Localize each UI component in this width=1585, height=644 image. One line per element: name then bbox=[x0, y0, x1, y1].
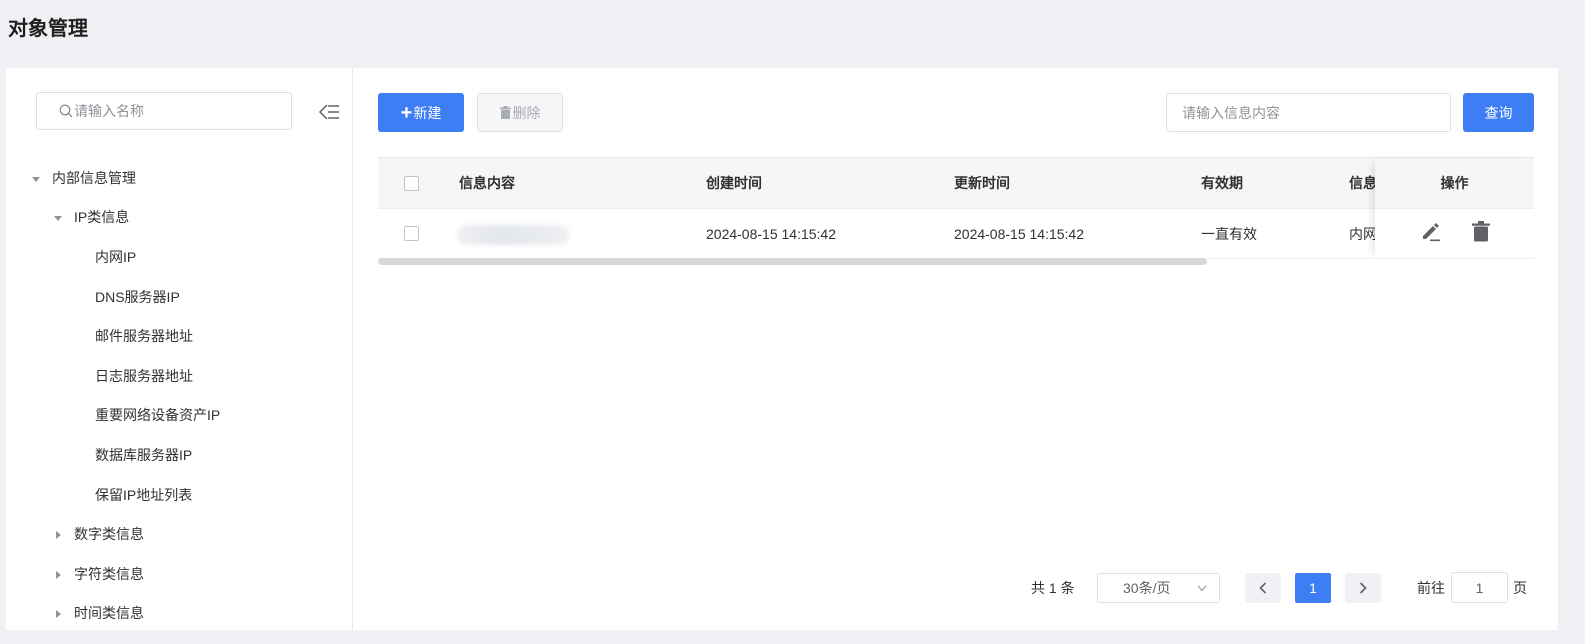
edit-icon[interactable] bbox=[1420, 220, 1442, 247]
tree-node-number-info[interactable]: 数字类信息 bbox=[6, 514, 352, 554]
chevron-down-icon bbox=[1197, 585, 1207, 592]
goto-label: 前往 bbox=[1417, 580, 1445, 596]
page-title: 对象管理 bbox=[8, 18, 88, 40]
search-icon bbox=[59, 104, 73, 118]
tree-node-database-ip[interactable]: 数据库服务器IP bbox=[6, 435, 352, 475]
col-updated[interactable]: 更新时间 bbox=[954, 158, 1010, 208]
tree-node-string-info[interactable]: 字符类信息 bbox=[6, 554, 352, 594]
cell-type: 内网 bbox=[1349, 225, 1375, 242]
tree-node-label: 数字类信息 bbox=[74, 526, 144, 543]
tree-node-dns-ip[interactable]: DNS服务器IP bbox=[6, 277, 352, 317]
page-number-button[interactable]: 1 bbox=[1295, 573, 1331, 603]
table-row[interactable]: 2024-08-15 14:15:42 2024-08-15 14:15:42 … bbox=[378, 209, 1534, 259]
cell-content bbox=[457, 209, 569, 258]
caret-right-icon bbox=[52, 528, 64, 540]
cell-updated: 2024-08-15 14:15:42 bbox=[954, 225, 1084, 242]
chevron-right-icon bbox=[1359, 582, 1367, 594]
col-created[interactable]: 创建时间 bbox=[706, 158, 762, 208]
select-all-cell bbox=[404, 158, 419, 208]
tree-node-time-info[interactable]: 时间类信息 bbox=[6, 594, 352, 634]
prev-page-button[interactable] bbox=[1245, 573, 1281, 603]
plus-icon: + bbox=[400, 101, 413, 124]
tree-node-intranet-ip[interactable]: 内网IP bbox=[6, 237, 352, 277]
row-actions bbox=[1375, 209, 1534, 259]
cell-created: 2024-08-15 14:15:42 bbox=[706, 225, 836, 242]
delete-button[interactable]: 删除 bbox=[477, 93, 563, 132]
tree-node-label: 字符类信息 bbox=[74, 565, 144, 582]
tree-panel: 内部信息管理 IP类信息 内网IP DNS服务器IP 邮件服务器地址 日志服务器… bbox=[6, 68, 353, 630]
main-panel: 内部信息管理 IP类信息 内网IP DNS服务器IP 邮件服务器地址 日志服务器… bbox=[6, 68, 1558, 630]
tree-node-internal-info[interactable]: 内部信息管理 bbox=[6, 158, 352, 198]
caret-right-icon bbox=[52, 607, 64, 619]
tree-node-reserved-ip[interactable]: 保留IP地址列表 bbox=[6, 475, 352, 515]
goto-page-input[interactable] bbox=[1451, 572, 1508, 603]
tree-node-label: DNS服务器IP bbox=[95, 288, 180, 305]
tree-node-label: 保留IP地址列表 bbox=[95, 486, 193, 503]
tree-search-box[interactable] bbox=[36, 92, 292, 130]
category-tree: 内部信息管理 IP类信息 内网IP DNS服务器IP 邮件服务器地址 日志服务器… bbox=[6, 158, 352, 633]
next-page-button[interactable] bbox=[1345, 573, 1381, 603]
page-size-select[interactable]: 30条/页 bbox=[1097, 573, 1220, 603]
row-select-cell bbox=[404, 209, 419, 258]
tree-node-label: 内部信息管理 bbox=[52, 169, 136, 186]
trash-icon bbox=[499, 106, 511, 119]
query-button-label: 查询 bbox=[1484, 104, 1513, 121]
actions-column: 操作 bbox=[1375, 158, 1534, 259]
select-all-checkbox[interactable] bbox=[404, 175, 419, 191]
caret-down-icon bbox=[30, 172, 42, 184]
page-size-value: 30条/页 bbox=[1123, 580, 1171, 596]
tree-node-label: 数据库服务器IP bbox=[95, 446, 193, 463]
query-button[interactable]: 查询 bbox=[1463, 93, 1534, 132]
caret-down-icon bbox=[52, 211, 64, 223]
collapse-sidebar-icon[interactable] bbox=[318, 102, 340, 122]
tree-node-label: 重要网络设备资产IP bbox=[95, 407, 221, 424]
tree-node-label: 日志服务器地址 bbox=[95, 367, 193, 384]
col-actions: 操作 bbox=[1375, 158, 1534, 209]
page-suffix-label: 页 bbox=[1513, 580, 1527, 596]
tree-node-log-server[interactable]: 日志服务器地址 bbox=[6, 356, 352, 396]
redacted-content bbox=[457, 224, 569, 245]
tree-node-label: IP类信息 bbox=[74, 209, 130, 226]
delete-button-label: 删除 bbox=[512, 104, 541, 121]
pagination-total: 共 1 条 bbox=[1031, 580, 1075, 596]
col-type[interactable]: 信息 bbox=[1349, 158, 1375, 208]
chevron-left-icon bbox=[1259, 582, 1267, 594]
tree-node-label: 内网IP bbox=[95, 248, 137, 265]
horizontal-scrollbar[interactable] bbox=[378, 258, 1207, 265]
caret-right-icon bbox=[52, 568, 64, 580]
content-area: + 新建 删除 查询 信息内容 创建时间 更新时间 有效期 信息 bbox=[353, 68, 1558, 630]
tree-node-mail-server[interactable]: 邮件服务器地址 bbox=[6, 316, 352, 356]
info-search-input[interactable] bbox=[1166, 93, 1451, 132]
tree-node-label: 时间类信息 bbox=[74, 605, 144, 622]
delete-icon[interactable] bbox=[1471, 220, 1490, 247]
tree-node-label: 邮件服务器地址 bbox=[95, 328, 193, 345]
cell-validity: 一直有效 bbox=[1201, 225, 1257, 242]
row-checkbox[interactable] bbox=[404, 226, 419, 241]
table-header: 信息内容 创建时间 更新时间 有效期 信息 bbox=[378, 158, 1534, 209]
info-table: 信息内容 创建时间 更新时间 有效期 信息 2024-08-15 14:15:4… bbox=[378, 157, 1534, 259]
col-validity[interactable]: 有效期 bbox=[1201, 158, 1243, 208]
col-content[interactable]: 信息内容 bbox=[459, 158, 515, 208]
tree-node-network-device-ip[interactable]: 重要网络设备资产IP bbox=[6, 396, 352, 436]
tree-search-input[interactable] bbox=[74, 103, 274, 119]
tree-node-ip-info[interactable]: IP类信息 bbox=[6, 198, 352, 238]
new-button-label: 新建 bbox=[413, 104, 442, 121]
new-button[interactable]: + 新建 bbox=[378, 93, 464, 132]
